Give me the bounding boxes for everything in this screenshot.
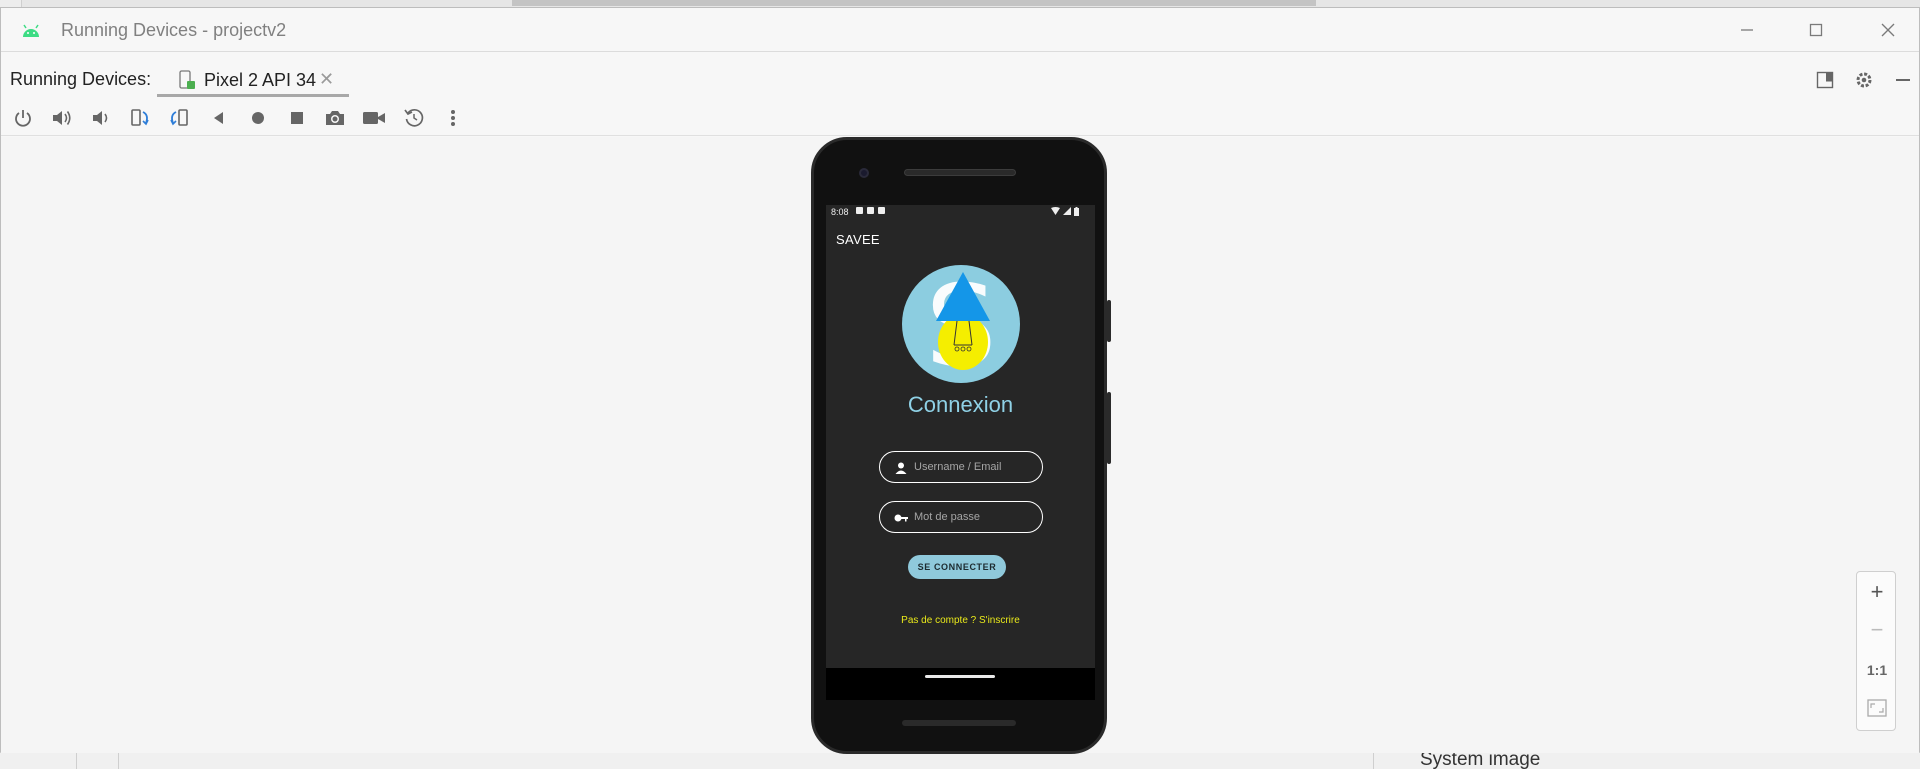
system-icons (1051, 207, 1079, 216)
minimize-panel-icon[interactable] (1892, 69, 1914, 91)
username-field[interactable] (879, 451, 1043, 483)
overview-icon[interactable] (284, 105, 310, 131)
minimize-icon[interactable] (1732, 18, 1762, 42)
status-bar: 8:08 (826, 205, 1095, 218)
pixel-2-device-frame: 8:08 SAVEE S Connexion (811, 137, 1111, 754)
password-field[interactable] (879, 501, 1043, 533)
screen-record-icon[interactable] (361, 105, 387, 131)
background-bottom-panel: System image (0, 749, 1920, 769)
tab-underline (157, 94, 349, 97)
device-icon (179, 70, 195, 89)
zoom-in-button[interactable]: + (1857, 574, 1897, 610)
shield-icon (856, 207, 863, 214)
maximize-icon[interactable] (1801, 18, 1831, 42)
running-devices-label: Running Devices: (10, 69, 152, 89)
device-screen[interactable]: 8:08 SAVEE S Connexion (826, 205, 1095, 668)
emulator-toolbar (1, 98, 1919, 136)
device-tab-bar: Running Devices: Pixel 2 API 34 ✕ (1, 53, 1919, 98)
fit-screen-icon[interactable] (1857, 690, 1897, 726)
login-button[interactable]: SE CONNECTER (908, 555, 1006, 579)
signal-icon (1063, 207, 1071, 215)
tab-pixel-2-api-34[interactable]: Pixel 2 API 34 ✕ (157, 59, 349, 97)
password-input[interactable] (914, 508, 1036, 526)
power-side-button[interactable] (1107, 392, 1111, 464)
front-camera (859, 168, 869, 178)
bottom-speaker (902, 720, 1016, 726)
title-bar: Running Devices - projectv2 (1, 8, 1919, 52)
close-icon[interactable] (1873, 18, 1903, 42)
login-heading: Connexion (907, 392, 1014, 417)
status-time: 8:08 (831, 207, 849, 217)
home-icon[interactable] (245, 105, 271, 131)
savee-logo: S (902, 265, 1020, 383)
gesture-nav-bar (826, 668, 1095, 700)
wifi-icon (1051, 207, 1060, 215)
username-input[interactable] (914, 458, 1036, 476)
window-title: Running Devices - projectv2 (61, 20, 287, 40)
signup-link[interactable]: Pas de compte ? S'inscrire (826, 615, 1095, 626)
top-speaker (904, 169, 1016, 176)
gear-icon[interactable] (1853, 69, 1875, 91)
reset-icon[interactable] (401, 105, 427, 131)
layout-icon[interactable] (1814, 69, 1836, 91)
tab-close-icon[interactable]: ✕ (319, 69, 334, 90)
battery-icon (1074, 207, 1079, 216)
back-icon[interactable] (206, 105, 232, 131)
volume-rocker[interactable] (1107, 300, 1111, 342)
person-icon (895, 462, 907, 474)
android-icon (23, 24, 39, 37)
rotate-left-icon[interactable] (127, 105, 153, 131)
volume-up-icon[interactable] (49, 105, 75, 131)
sd-card-icon (867, 207, 874, 214)
notification-icons (856, 207, 885, 214)
zoom-out-button[interactable]: − (1857, 612, 1897, 648)
tab-label: Pixel 2 API 34 (204, 70, 317, 90)
app-bar-title: SAVEE (836, 232, 880, 247)
rotate-right-icon[interactable] (166, 105, 192, 131)
actual-size-button[interactable]: 1:1 (1857, 652, 1897, 688)
screenshot-icon[interactable] (322, 105, 348, 131)
more-icon[interactable] (440, 105, 466, 131)
power-icon[interactable] (10, 105, 36, 131)
zoom-controls: + − 1:1 (1856, 571, 1896, 731)
notification-icon (878, 207, 885, 214)
home-gesture-pill[interactable] (925, 675, 995, 678)
key-icon (894, 514, 908, 522)
volume-down-icon[interactable] (88, 105, 114, 131)
